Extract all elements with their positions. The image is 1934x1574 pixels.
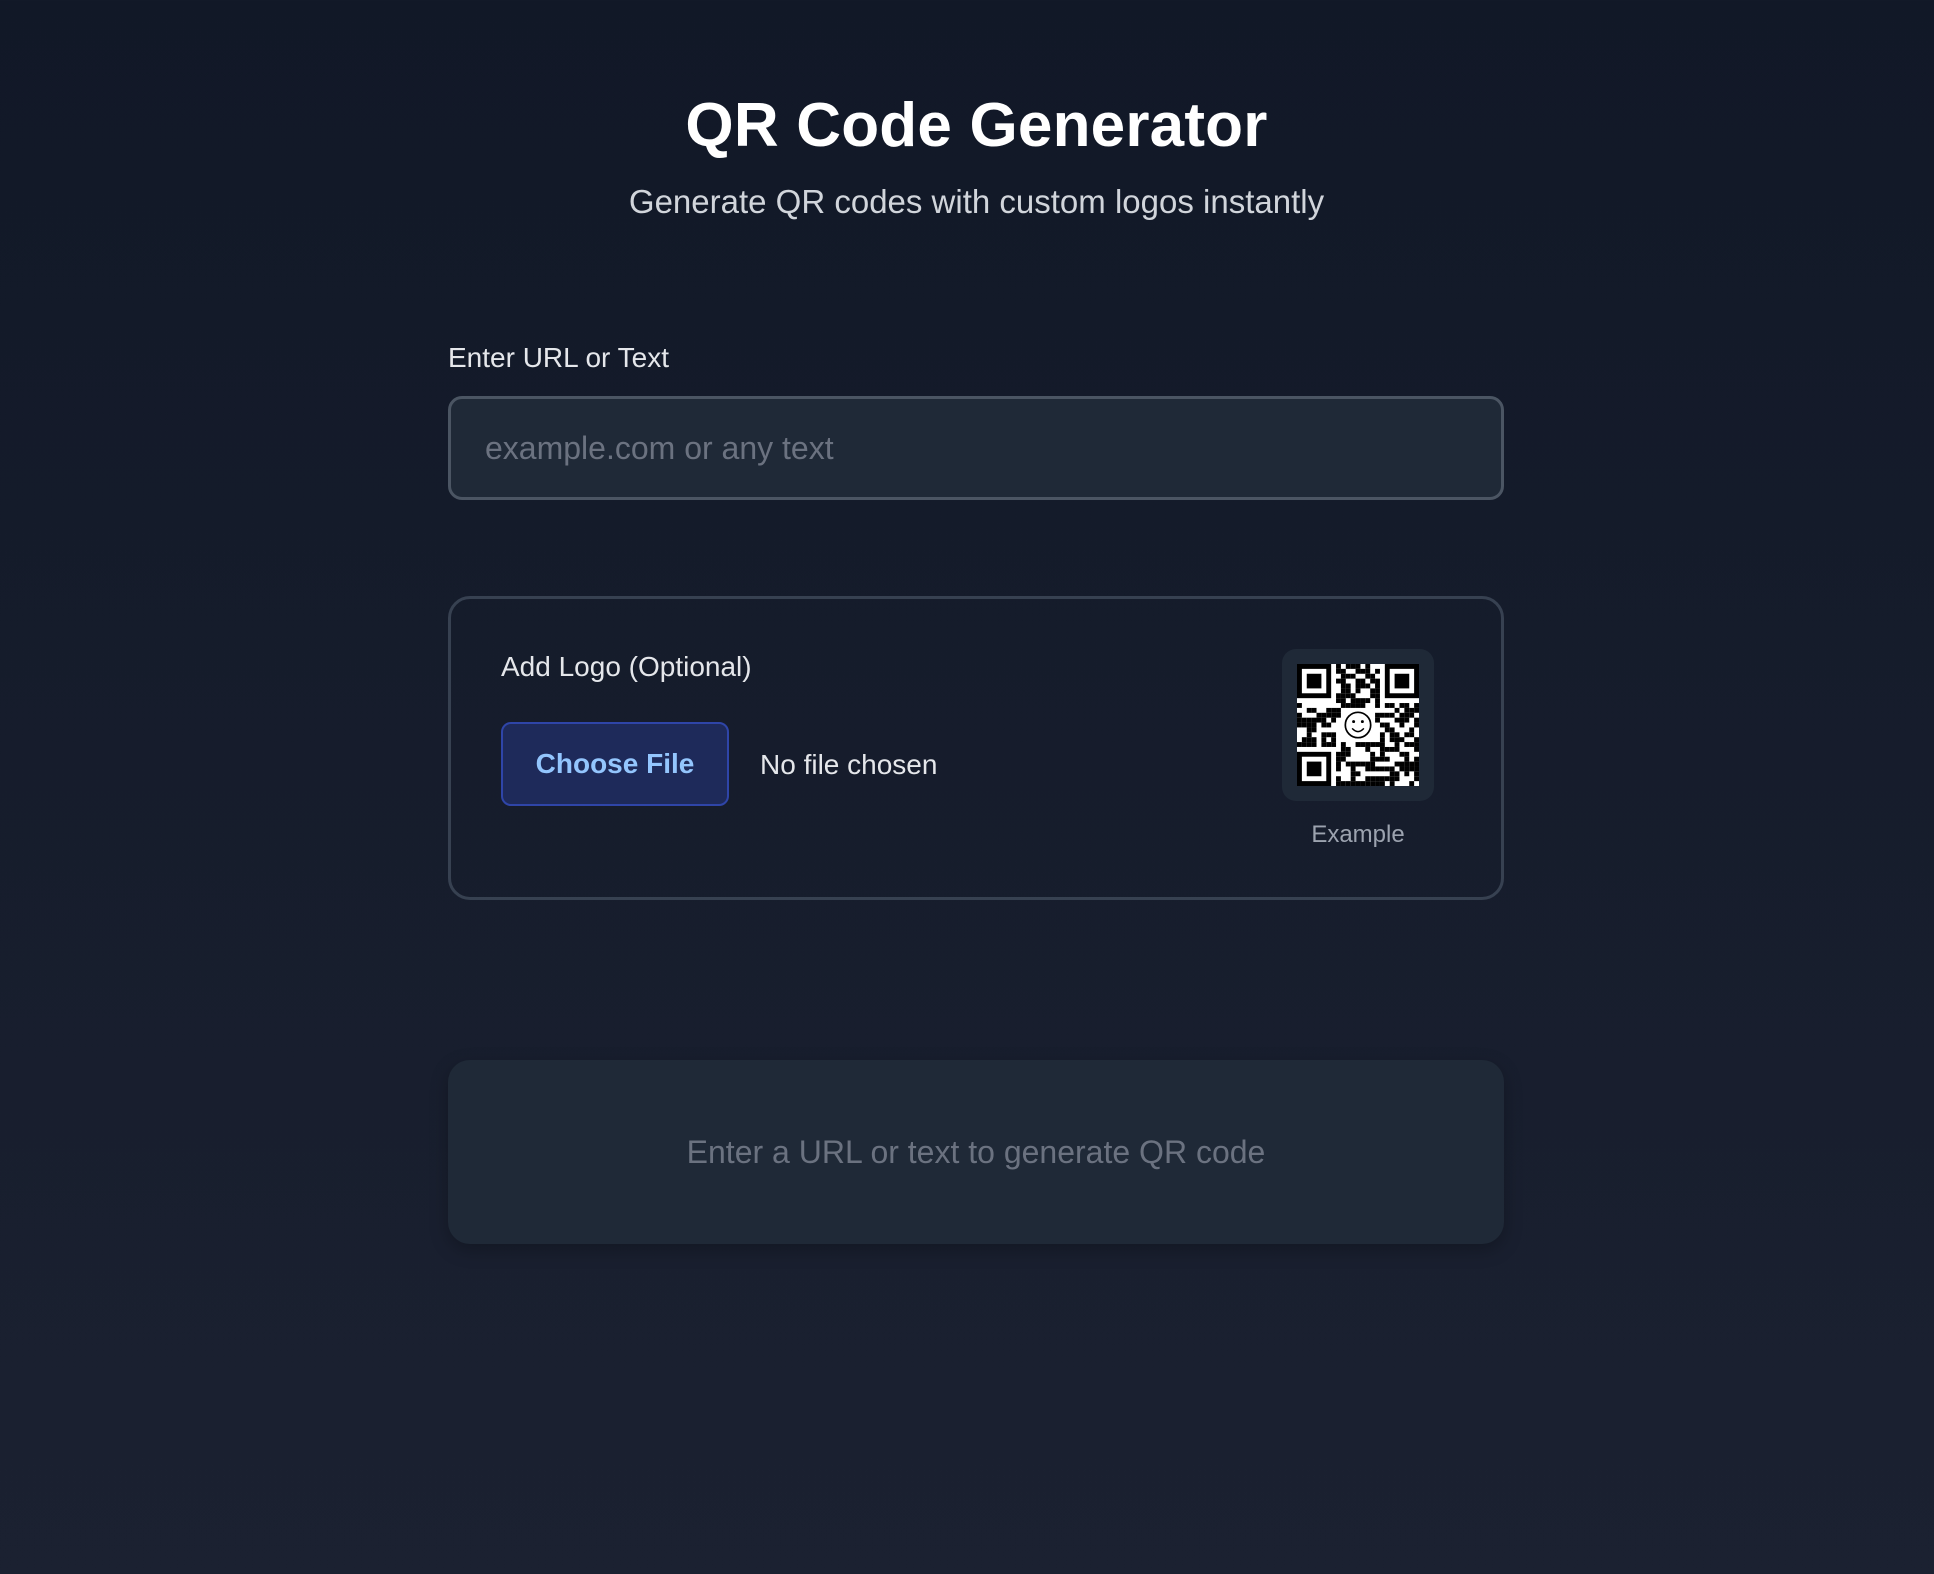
logo-section-label: Add Logo (Optional) (501, 651, 752, 682)
logo-upload-panel: Add Logo (Optional) Choose File No file … (448, 596, 1504, 900)
page-subtitle: Generate QR codes with custom logos inst… (628, 183, 1325, 220)
page-title: QR Code Generator (685, 91, 1268, 160)
example-qr-thumbnail (1282, 649, 1434, 801)
qr-code-with-smiley-icon (1297, 664, 1419, 786)
qr-generator-page: QR Code Generator Generate QR codes with… (0, 0, 1934, 1574)
qr-empty-message: Enter a URL or text to generate QR code (686, 1133, 1266, 1170)
example-caption: Example (1311, 821, 1405, 848)
qr-output-area: Enter a URL or text to generate QR code (448, 1060, 1504, 1244)
file-status-text: No file chosen (760, 749, 938, 780)
choose-file-button[interactable]: Choose File (501, 722, 729, 806)
url-text-input[interactable] (448, 396, 1504, 500)
url-input-label: Enter URL or Text (448, 342, 669, 373)
